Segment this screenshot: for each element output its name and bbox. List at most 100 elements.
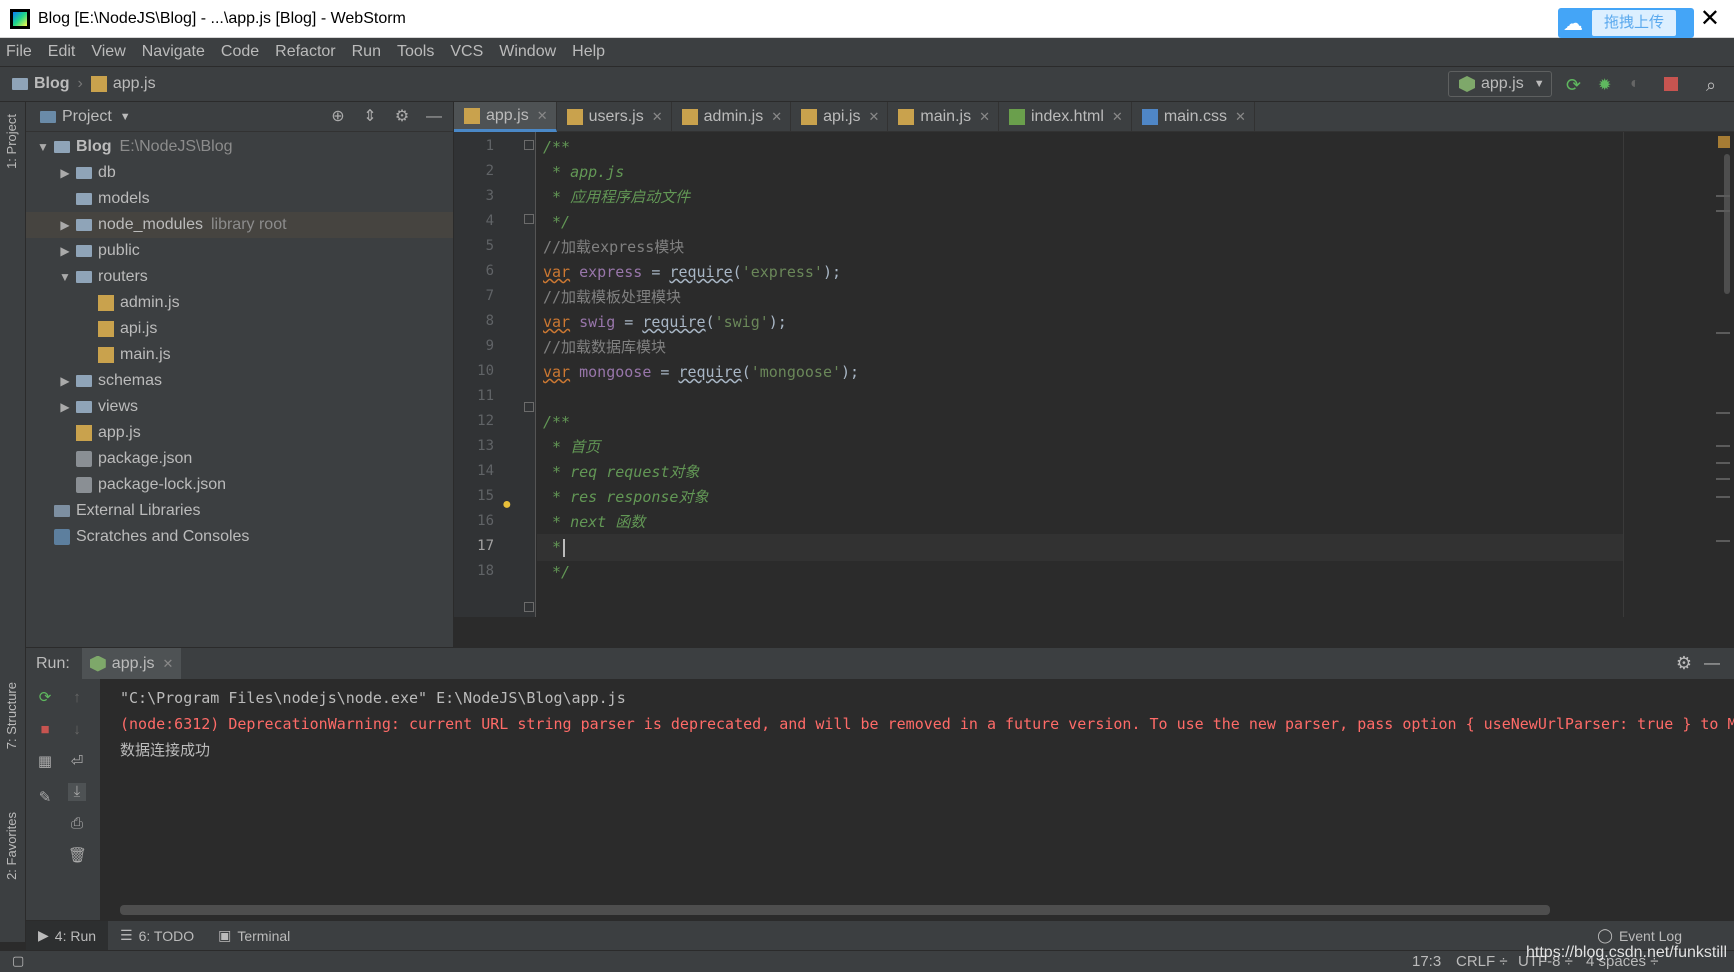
project-side-tab[interactable]: 1: Project bbox=[4, 114, 19, 169]
fold-marker[interactable] bbox=[524, 402, 534, 412]
editor-scrollbar[interactable] bbox=[1720, 132, 1734, 617]
code-line[interactable]: //加载模板处理模块 bbox=[543, 284, 681, 311]
minimize-icon[interactable]: — bbox=[1704, 655, 1720, 673]
editor-tab[interactable]: api.js ✕ bbox=[791, 102, 889, 132]
close-tab-icon[interactable]: ✕ bbox=[1235, 109, 1246, 125]
error-stripe-mark[interactable] bbox=[1716, 462, 1730, 464]
upload-button[interactable]: ☁ 拖拽上传 bbox=[1558, 8, 1694, 38]
code-line[interactable]: * app.js bbox=[543, 159, 624, 186]
tree-item[interactable]: models bbox=[26, 186, 453, 212]
code-line[interactable]: */ bbox=[543, 209, 570, 236]
search-icon[interactable]: ⌕ bbox=[1706, 75, 1724, 95]
arrow-down-icon[interactable]: ↓ bbox=[68, 721, 86, 739]
editor-tab[interactable]: main.css ✕ bbox=[1132, 102, 1255, 132]
code-line[interactable]: //加载express模块 bbox=[543, 234, 684, 261]
code-line[interactable]: var swig = require('swig'); bbox=[543, 309, 787, 336]
menu-navigate[interactable]: Navigate bbox=[142, 43, 205, 61]
tree-item[interactable]: ▶ public bbox=[26, 238, 453, 264]
fold-marker[interactable] bbox=[524, 140, 534, 150]
tree-item[interactable]: ▶ views bbox=[26, 394, 453, 420]
pin-icon[interactable]: ✎ bbox=[36, 789, 54, 807]
tree-item[interactable]: ▶ node_modules library root bbox=[26, 212, 453, 238]
tree-item[interactable]: app.js bbox=[26, 420, 453, 446]
menu-refactor[interactable]: Refactor bbox=[275, 43, 335, 61]
intention-bulb-icon[interactable]: ● bbox=[502, 496, 512, 514]
editor-tab[interactable]: main.js ✕ bbox=[888, 102, 999, 132]
menu-code[interactable]: Code bbox=[221, 43, 259, 61]
collapsed-arrow-icon[interactable]: ▶ bbox=[54, 218, 76, 232]
rerun-icon[interactable]: ⟳ bbox=[1566, 75, 1584, 95]
code-editor[interactable]: /** * app.js * 应用程序启动文件 *///加载express模块 v… bbox=[537, 132, 1623, 617]
expanded-arrow-icon[interactable]: ▼ bbox=[32, 140, 54, 154]
menu-tools[interactable]: Tools bbox=[397, 43, 434, 61]
menu-view[interactable]: View bbox=[91, 43, 125, 61]
menu-help[interactable]: Help bbox=[572, 43, 605, 61]
todo-tool-tab[interactable]: ☰ 6: TODO bbox=[108, 921, 206, 951]
minimize-icon[interactable]: — bbox=[425, 108, 443, 126]
chevron-down-icon[interactable]: ▼ bbox=[120, 111, 131, 123]
expanded-arrow-icon[interactable]: ▼ bbox=[54, 270, 76, 284]
tree-item[interactable]: External Libraries bbox=[26, 498, 453, 524]
scrollbar-thumb[interactable] bbox=[1724, 154, 1730, 294]
breadcrumb-file[interactable]: app.js bbox=[113, 75, 156, 93]
code-line[interactable]: //加载数据库模块 bbox=[543, 334, 666, 361]
code-line[interactable]: var express = require('express'); bbox=[543, 259, 841, 286]
close-tab-icon[interactable]: ✕ bbox=[868, 109, 879, 125]
close-tab-icon[interactable]: ✕ bbox=[652, 109, 663, 125]
tree-item[interactable]: main.js bbox=[26, 342, 453, 368]
collapsed-arrow-icon[interactable]: ▶ bbox=[54, 166, 76, 180]
close-icon[interactable]: ✕ bbox=[1700, 4, 1720, 33]
tree-item[interactable]: ▼ Blog E:\NodeJS\Blog bbox=[26, 134, 453, 160]
stop-icon[interactable] bbox=[1664, 77, 1678, 91]
console-horizontal-scrollbar[interactable] bbox=[120, 905, 1550, 915]
run-tab[interactable]: app.js ✕ bbox=[81, 647, 182, 680]
debug-icon[interactable]: ✹ bbox=[1598, 75, 1616, 94]
error-stripe-mark[interactable] bbox=[1716, 210, 1730, 212]
tree-item[interactable]: Scratches and Consoles bbox=[26, 524, 453, 550]
editor-tab[interactable]: users.js ✕ bbox=[557, 102, 672, 132]
tree-item[interactable]: ▼ routers bbox=[26, 264, 453, 290]
editor-tab[interactable]: admin.js ✕ bbox=[672, 102, 792, 132]
coverage-icon[interactable]: ◐ bbox=[1630, 75, 1648, 93]
code-line[interactable]: * req request对象 bbox=[543, 459, 699, 486]
fold-marker[interactable] bbox=[524, 602, 534, 612]
run-tool-tab[interactable]: ▶ 4: Run bbox=[26, 920, 109, 951]
error-stripe-mark[interactable] bbox=[1716, 332, 1730, 334]
collapsed-arrow-icon[interactable]: ▶ bbox=[54, 244, 76, 258]
tree-item[interactable]: ▶ schemas bbox=[26, 368, 453, 394]
editor-tab[interactable]: app.js ✕ bbox=[454, 102, 557, 132]
code-line[interactable]: */ bbox=[543, 559, 570, 586]
code-line[interactable]: var mongoose = require('mongoose'); bbox=[543, 359, 859, 386]
code-line[interactable]: * res response对象 bbox=[543, 484, 708, 511]
project-panel-title[interactable]: Project bbox=[62, 108, 112, 126]
editor-tab[interactable]: index.html ✕ bbox=[999, 102, 1132, 132]
fold-marker[interactable] bbox=[524, 214, 534, 224]
code-line[interactable]: * next 函数 bbox=[543, 509, 645, 536]
code-line[interactable]: * 应用程序启动文件 bbox=[543, 184, 690, 211]
tree-item[interactable]: package.json bbox=[26, 446, 453, 472]
structure-side-tab[interactable]: 7: Structure bbox=[4, 682, 19, 749]
toggle-panels-icon[interactable]: ▢ bbox=[12, 953, 24, 969]
menu-vcs[interactable]: VCS bbox=[450, 43, 483, 61]
code-line[interactable]: * bbox=[537, 534, 1623, 561]
code-line[interactable]: * 首页 bbox=[543, 434, 600, 461]
tree-item[interactable]: package-lock.json bbox=[26, 472, 453, 498]
run-config-select[interactable]: app.js ▼ bbox=[1448, 71, 1552, 97]
collapse-all-icon[interactable]: ⇕ bbox=[361, 108, 379, 126]
close-tab-icon[interactable]: ✕ bbox=[537, 108, 548, 124]
error-stripe-mark[interactable] bbox=[1716, 445, 1730, 447]
soft-wrap-icon[interactable]: ⏎ bbox=[68, 753, 86, 771]
layout-icon[interactable]: ▦ bbox=[36, 753, 54, 771]
error-stripe-mark[interactable] bbox=[1716, 496, 1730, 498]
menu-file[interactable]: File bbox=[6, 43, 32, 61]
locate-icon[interactable]: ⊕ bbox=[329, 108, 347, 126]
scroll-to-end-icon[interactable]: ⤓ bbox=[68, 783, 86, 801]
terminal-tool-tab[interactable]: ▣ Terminal bbox=[206, 921, 302, 951]
code-line[interactable]: /** bbox=[543, 409, 570, 436]
line-separator[interactable]: CRLF ÷ bbox=[1456, 953, 1508, 970]
print-icon[interactable]: ⎙ bbox=[68, 815, 86, 833]
tree-item[interactable]: ▶ db bbox=[26, 160, 453, 186]
close-tab-icon[interactable]: ✕ bbox=[1112, 109, 1123, 125]
tree-item[interactable]: api.js bbox=[26, 316, 453, 342]
error-stripe-mark[interactable] bbox=[1716, 412, 1730, 414]
